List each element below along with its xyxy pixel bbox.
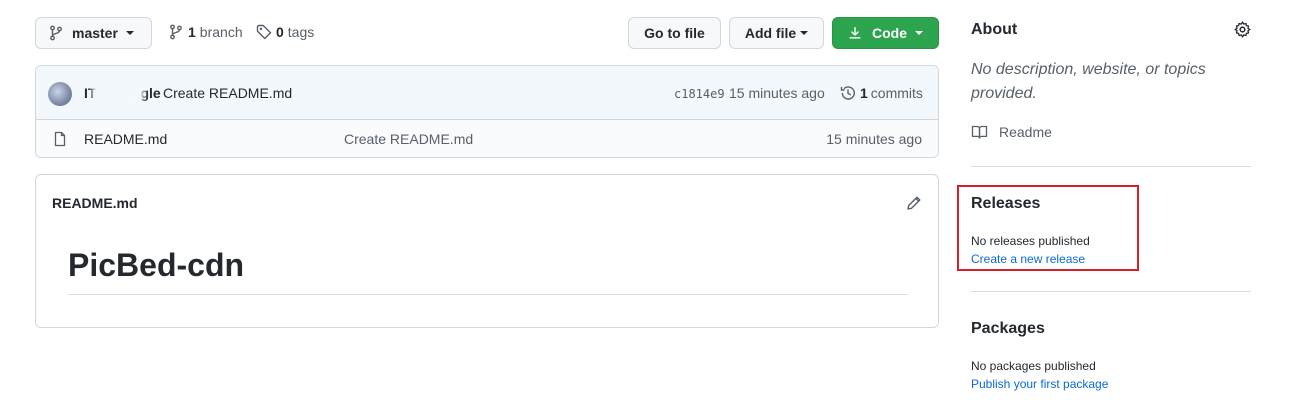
code-label: Code: [872, 25, 907, 41]
file-name[interactable]: README.md: [84, 131, 167, 147]
sidebar-divider: [971, 166, 1251, 167]
commit-message[interactable]: Create README.md: [163, 85, 292, 101]
code-button[interactable]: Code: [832, 17, 939, 49]
releases-highlight-box: [957, 185, 1139, 271]
file-icon: [54, 131, 66, 147]
branch-select-button[interactable]: master: [35, 17, 152, 49]
packages-title[interactable]: Packages: [971, 320, 1045, 338]
tags-link[interactable]: 0 tags: [256, 24, 314, 40]
add-file-button[interactable]: Add file: [729, 17, 824, 49]
redacted-blur: [92, 80, 144, 104]
branches-count: 1: [188, 24, 196, 40]
about-description: No description, website, or topics provi…: [971, 61, 1206, 102]
go-to-file-label: Go to file: [644, 25, 705, 41]
history-icon: [840, 86, 855, 100]
packages-status: No packages published: [971, 359, 1096, 373]
branches-link[interactable]: 1 branch: [168, 24, 243, 40]
commit-sha[interactable]: c1814e9: [674, 87, 725, 101]
add-file-label: Add file: [744, 25, 797, 41]
about-title: About: [971, 21, 1018, 38]
branches-label: branch: [199, 24, 243, 40]
readme-link[interactable]: Readme: [971, 124, 1052, 140]
commit-time[interactable]: 15 minutes ago: [729, 85, 825, 101]
avatar[interactable]: [48, 82, 72, 106]
tag-icon: [256, 24, 272, 40]
tags-count: 0: [276, 24, 284, 40]
readme-link-label: Readme: [999, 124, 1052, 140]
chevron-down-icon: [125, 31, 134, 35]
readme-filename[interactable]: README.md: [52, 195, 138, 211]
gear-icon[interactable]: [1234, 21, 1251, 38]
readme-panel: README.md PicBed-cdn: [35, 174, 939, 328]
chevron-down-icon: [915, 31, 923, 35]
git-branch-icon: [50, 25, 62, 41]
tags-label: tags: [287, 24, 315, 40]
download-icon: [849, 27, 861, 39]
readme-heading: PicBed-cdn: [68, 247, 245, 283]
file-browser: IT gle Create README.md c1814e9 15 minute…: [35, 65, 939, 158]
file-commit-message[interactable]: Create README.md: [344, 131, 473, 147]
pencil-icon[interactable]: [906, 195, 922, 211]
latest-commit-row: IT gle Create README.md c1814e9 15 minute…: [36, 66, 938, 120]
commits-link[interactable]: 1 commits: [840, 85, 923, 101]
commits-label: commits: [870, 85, 923, 101]
heading-divider: [68, 294, 908, 295]
git-branch-icon: [170, 24, 182, 40]
file-row[interactable]: README.md Create README.md 15 minutes ag…: [36, 120, 938, 157]
sidebar-divider: [971, 291, 1251, 292]
file-time: 15 minutes ago: [826, 131, 922, 147]
branch-name: master: [72, 25, 118, 41]
book-icon: [971, 125, 988, 139]
chevron-down-icon: [800, 31, 809, 35]
publish-package-link[interactable]: Publish your first package: [971, 377, 1108, 391]
go-to-file-button[interactable]: Go to file: [628, 17, 721, 49]
commits-count: 1: [860, 85, 868, 101]
